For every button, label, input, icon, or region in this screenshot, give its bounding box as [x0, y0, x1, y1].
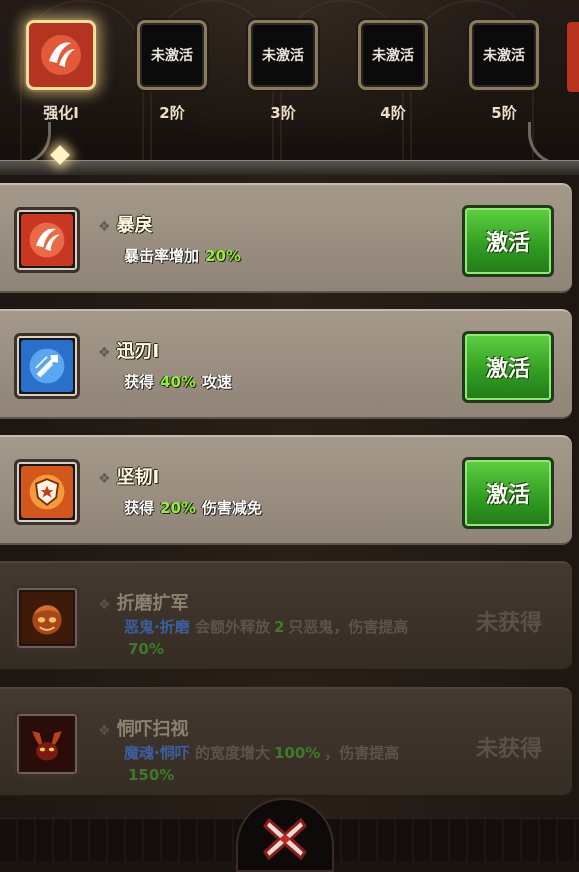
skill-description: 获得 20% 伤害减免: [124, 499, 262, 517]
locked-skill-row: ❖ 折磨扩军 恶鬼·折磨 会额外释放 2 只恶鬼，伤害提高70% 未获得: [0, 561, 572, 671]
ghost-fire-icon: [14, 585, 80, 651]
tier-1[interactable]: 强化I: [19, 20, 103, 123]
tier-label: 5阶: [491, 104, 517, 122]
rage-claw-icon: [14, 207, 80, 273]
tier-label: 强化I: [43, 104, 79, 122]
locked-skill-row: ❖ 恫吓扫视 魔魂·恫吓 的宽度增大 100% ，伤害提高150% 未获得: [0, 687, 572, 797]
skill-title: ❖ 坚韧I: [98, 467, 160, 488]
tier-state: 未激活: [469, 20, 539, 90]
tier-state: 未激活: [358, 20, 428, 90]
shield-burst-icon: [14, 459, 80, 525]
activate-button[interactable]: 激活: [462, 457, 554, 529]
skill-title: ❖ 暴戾: [98, 215, 153, 236]
tier-state: 未激活: [248, 20, 318, 90]
tier-state: 未激活: [137, 20, 207, 90]
skill-title: ❖ 折磨扩军: [98, 593, 189, 614]
demon-horn-icon: [14, 711, 80, 777]
skill-description: 暴击率增加 20%: [124, 247, 241, 265]
skill-row: ❖ 迅刃I 获得 40% 攻速 激活: [0, 309, 572, 419]
skill-row: ❖ 坚韧I 获得 20% 伤害减免 激活: [0, 435, 572, 545]
tier-3[interactable]: 未激活 3阶: [241, 20, 325, 123]
unobtained-status: 未获得: [475, 611, 542, 636]
tier-label: 3阶: [270, 104, 296, 122]
skill-title: ❖ 恫吓扫视: [98, 719, 189, 740]
close-x-icon: [263, 817, 307, 861]
tier-5[interactable]: 未激活 5阶: [462, 20, 546, 123]
skill-description: 恶鬼·折磨 会额外释放 2 只恶鬼，伤害提高70%: [124, 618, 409, 658]
tier-4[interactable]: 未激活 4阶: [351, 20, 435, 123]
swift-blade-icon: [14, 333, 80, 399]
diamond-icon: ❖: [98, 723, 111, 739]
diamond-icon: ❖: [98, 219, 111, 235]
diamond-icon: ❖: [98, 471, 111, 487]
skill-description: 魔魂·恫吓 的宽度增大 100% ，伤害提高150%: [124, 744, 400, 784]
side-tab[interactable]: [567, 22, 579, 92]
activate-button[interactable]: 激活: [462, 205, 554, 277]
tier-label: 2阶: [159, 104, 185, 122]
tier-label: 4阶: [380, 104, 406, 122]
tier-2[interactable]: 未激活 2阶: [130, 20, 214, 123]
frame-corner-right: [528, 122, 579, 165]
tier-header: 强化I 未激活 2阶 未激活 3阶 未激活 4阶 未激活 5阶: [0, 0, 579, 175]
diamond-icon: ❖: [98, 345, 111, 361]
activate-button[interactable]: 激活: [462, 331, 554, 403]
unobtained-status: 未获得: [475, 737, 542, 762]
rage-claw-icon: [26, 20, 96, 90]
header-rail: [0, 160, 579, 175]
skill-title: ❖ 迅刃I: [98, 341, 160, 362]
skill-description: 获得 40% 攻速: [124, 373, 232, 391]
diamond-icon: ❖: [98, 597, 111, 613]
skill-row: ❖ 暴戾 暴击率增加 20% 激活: [0, 183, 572, 293]
